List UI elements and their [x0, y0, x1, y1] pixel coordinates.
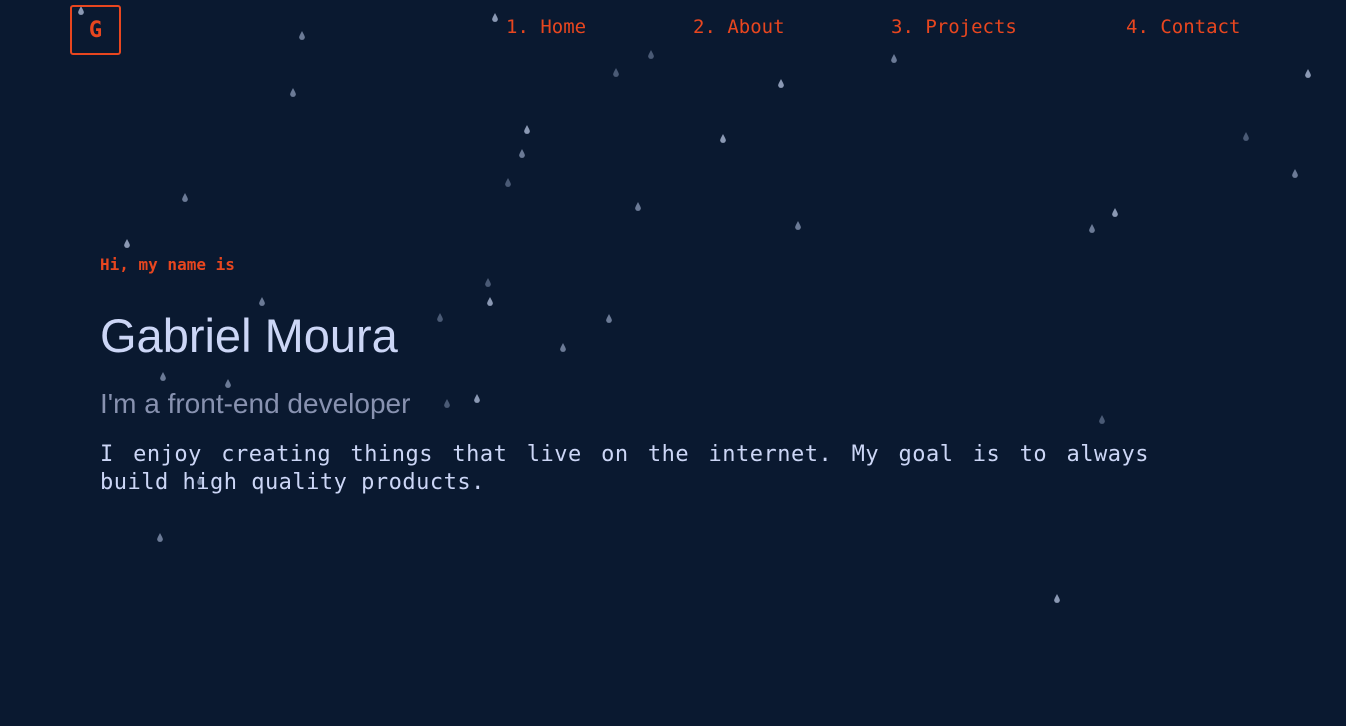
raindrop-icon [505, 178, 511, 187]
raindrop-icon [160, 372, 166, 381]
raindrop-icon [720, 134, 726, 143]
nav-link-projects[interactable]: 3. Projects [891, 16, 1017, 38]
raindrop-icon [795, 221, 801, 230]
raindrop-icon [524, 125, 530, 134]
raindrop-icon [560, 343, 566, 352]
raindrop-icon [1089, 224, 1095, 233]
raindrop-icon [437, 313, 443, 322]
raindrop-icon [1112, 208, 1118, 217]
raindrop-icon [1099, 415, 1105, 424]
nav-link-about[interactable]: 2. About [693, 16, 785, 38]
raindrop-icon [1243, 132, 1249, 141]
hero-greeting: Hi, my name is [100, 255, 235, 274]
hero-role: I'm a front-end developer [100, 388, 411, 419]
raindrop-icon [635, 202, 641, 211]
hero-bio: I enjoy creating things that live on the… [100, 442, 1149, 495]
raindrop-icon [124, 239, 130, 248]
raindrop-icon [778, 79, 784, 88]
raindrop-icon [182, 193, 188, 202]
nav-link-home[interactable]: 1. Home [506, 16, 586, 38]
raindrop-icon [259, 297, 265, 306]
nav-link-contact[interactable]: 4. Contact [1126, 16, 1240, 38]
raindrop-icon [519, 149, 525, 158]
raindrop-icon [1292, 169, 1298, 178]
raindrop-icon [487, 297, 493, 306]
raindrop-icon [225, 379, 231, 388]
raindrop-icon [474, 394, 480, 403]
hero-name: Gabriel Moura [100, 309, 398, 362]
raindrop-icon [485, 278, 491, 287]
raindrop-icon [1054, 594, 1060, 603]
main-nav: 1. Home 2. About 3. Projects 4. Contact [0, 16, 1346, 44]
rain-animation-background [0, 0, 1346, 726]
raindrop-icon [648, 50, 654, 59]
raindrop-icon [444, 399, 450, 408]
raindrop-icon [290, 88, 296, 97]
raindrop-icon [891, 54, 897, 63]
raindrop-icon [157, 533, 163, 542]
raindrop-icon [613, 68, 619, 77]
raindrop-icon [606, 314, 612, 323]
raindrop-icon [1305, 69, 1311, 78]
